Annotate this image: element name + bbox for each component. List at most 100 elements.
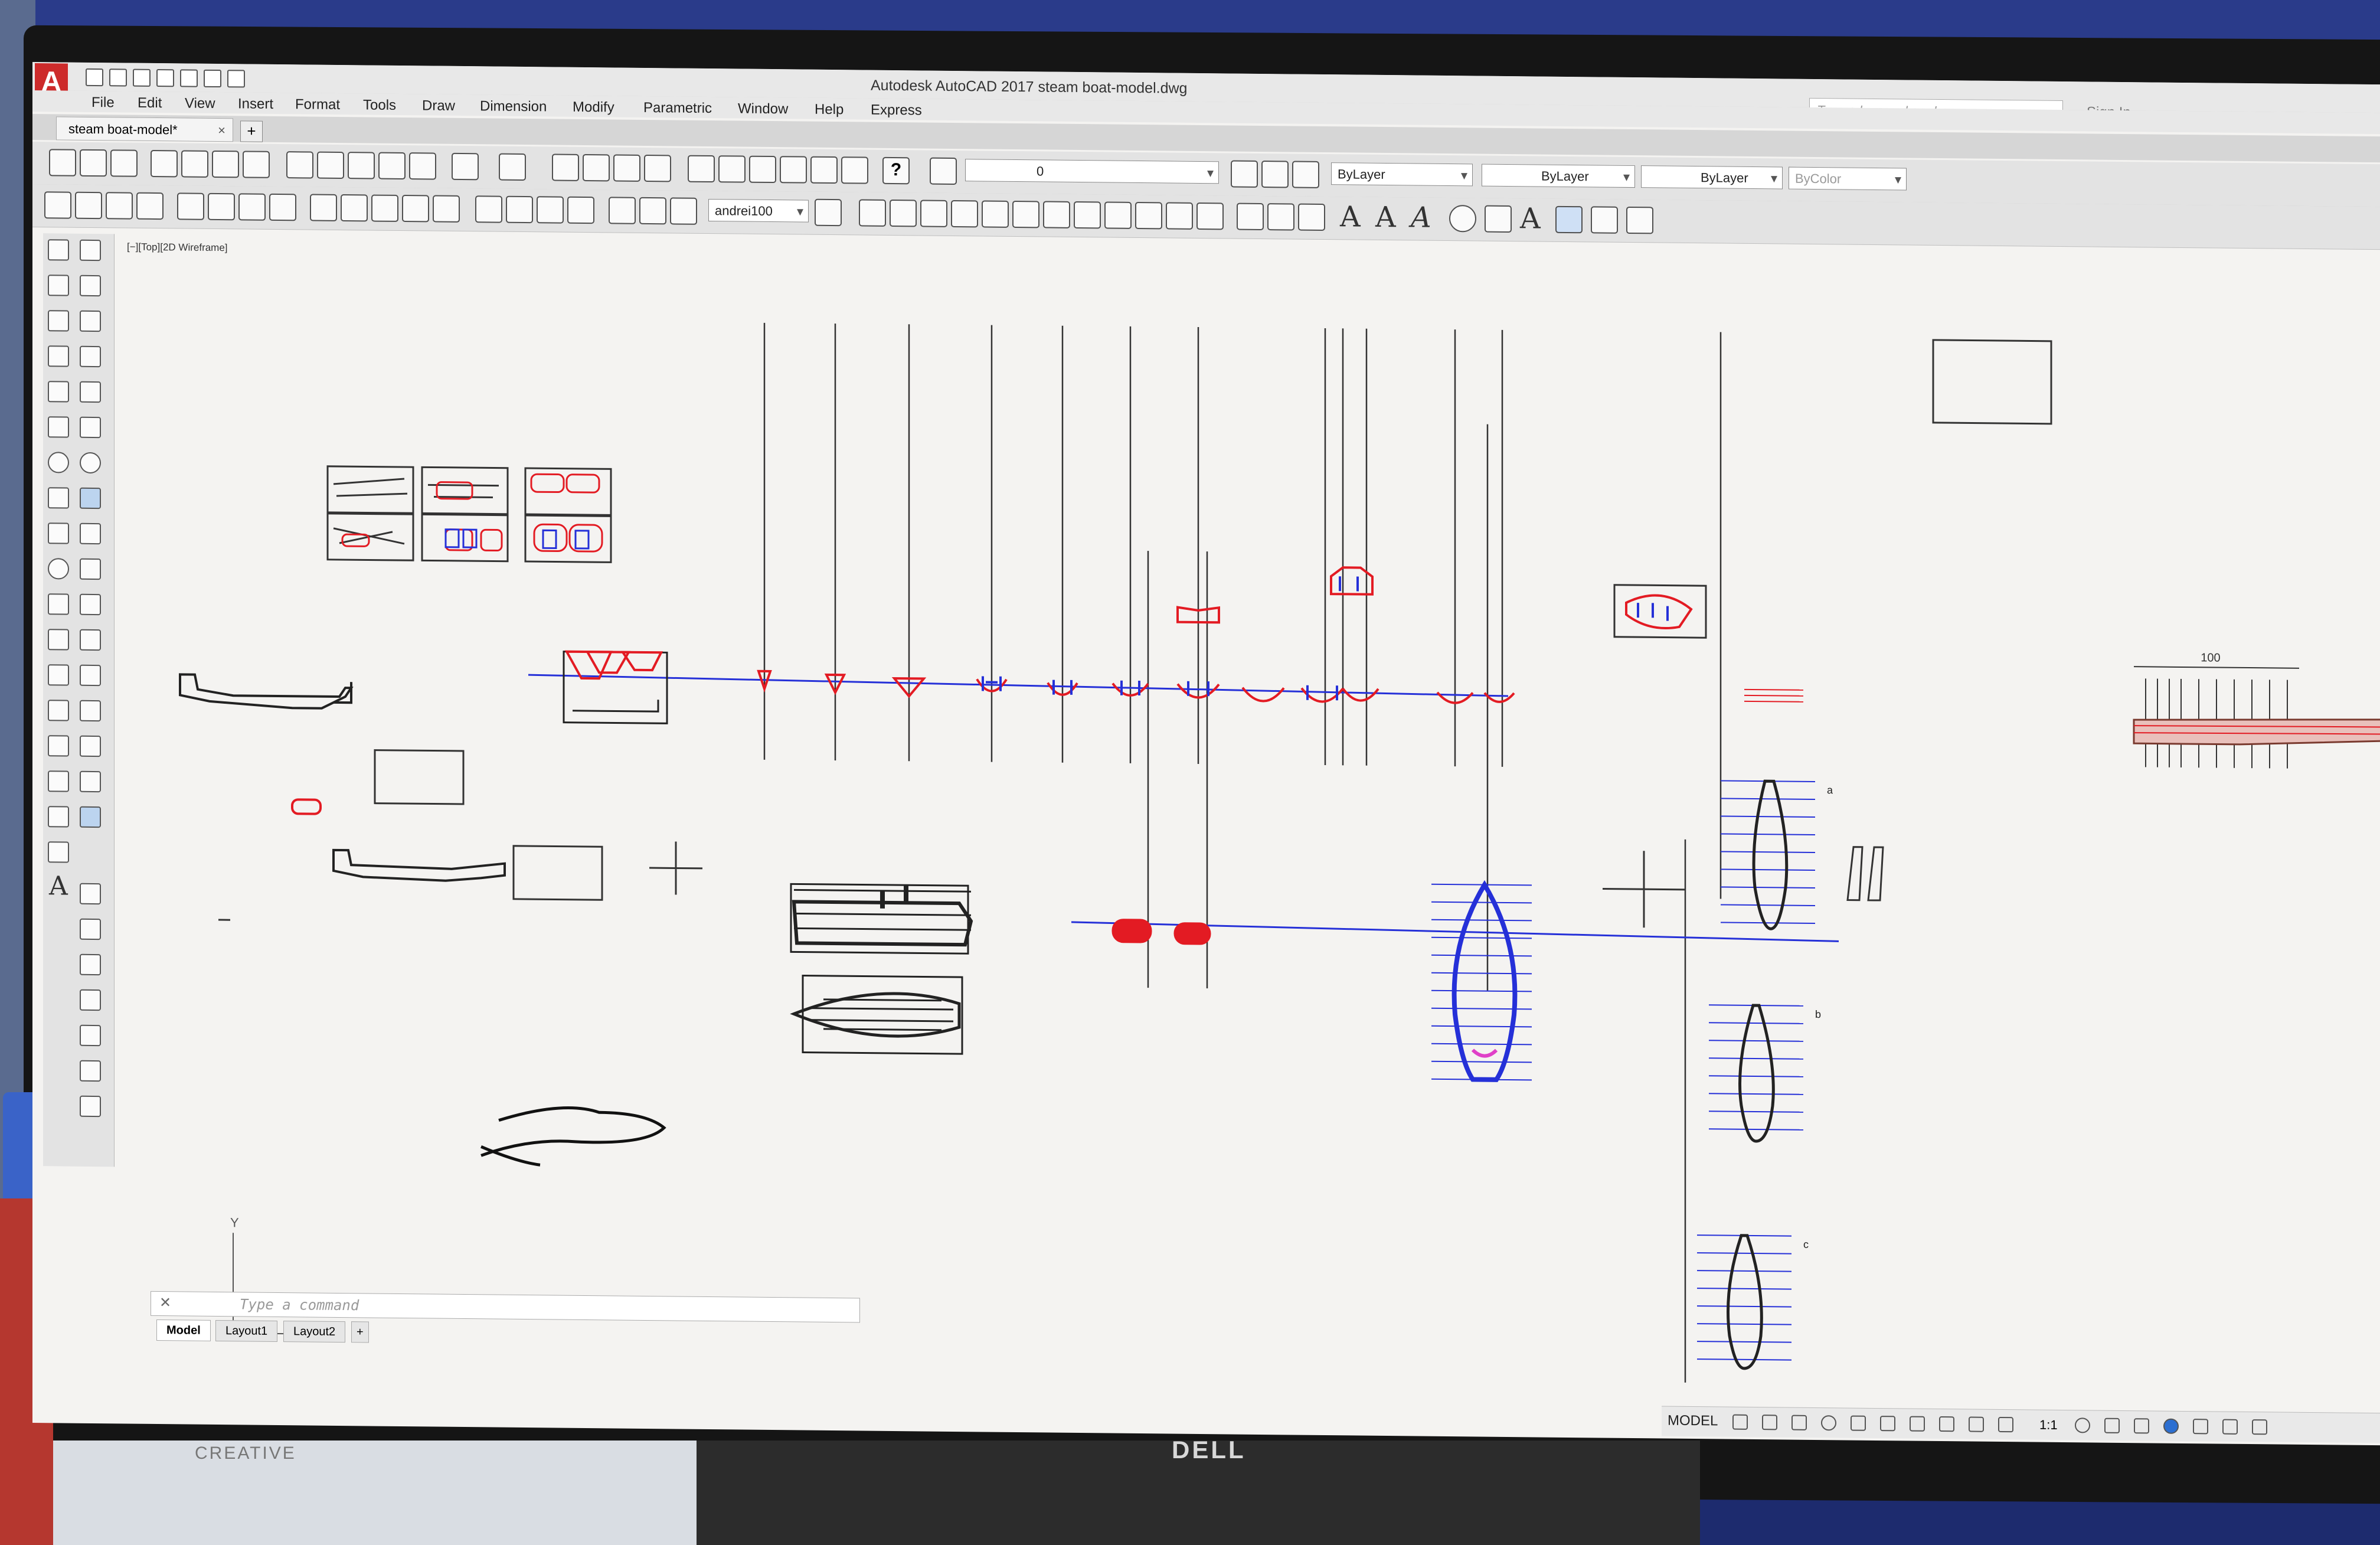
lineweight-icon[interactable] [1939, 1416, 1954, 1432]
inspection-icon[interactable] [537, 196, 564, 224]
tolerance-icon[interactable] [475, 195, 502, 223]
snap-intersection-icon[interactable] [920, 200, 947, 227]
tool-palettes-icon[interactable] [749, 155, 776, 184]
snap-insert-icon[interactable] [1166, 202, 1193, 230]
plot-file-icon[interactable] [151, 149, 178, 178]
revision-cloud-icon[interactable] [48, 487, 69, 509]
text-frame-icon[interactable] [1626, 206, 1653, 234]
tab-layout1[interactable]: Layout1 [215, 1319, 278, 1342]
menu-parametric[interactable]: Parametric [643, 100, 712, 117]
spline-tool-icon[interactable] [48, 522, 69, 544]
drawing-area[interactable]: a b c d 100 [115, 234, 2380, 1390]
arc-tool-icon[interactable] [48, 416, 69, 438]
undo-tool-icon[interactable] [452, 152, 479, 181]
draworder-icon[interactable] [80, 883, 101, 905]
radius-dimension-icon[interactable] [177, 192, 204, 220]
find-text-icon[interactable] [1591, 206, 1618, 234]
scale-text-icon[interactable]: A [1520, 202, 1541, 235]
menu-tools[interactable]: Tools [363, 97, 396, 114]
annotation-scale[interactable]: 1:1 [2039, 1417, 2058, 1433]
isolate-objects-icon[interactable] [2163, 1418, 2179, 1434]
design-center-icon[interactable] [718, 155, 746, 183]
save-icon[interactable] [133, 68, 151, 87]
dimension-space-icon[interactable] [402, 195, 429, 223]
menu-format[interactable]: Format [295, 96, 340, 113]
snap-quadrant-icon[interactable] [1043, 201, 1070, 228]
polar-tracking-icon[interactable] [1821, 1415, 1836, 1431]
isodraft-icon[interactable] [1851, 1415, 1866, 1431]
fillet-tool-icon[interactable] [80, 735, 101, 757]
chamfer-tool-icon[interactable] [80, 700, 101, 722]
table-style-icon[interactable] [80, 1095, 101, 1118]
menu-draw[interactable]: Draw [422, 97, 455, 115]
command-input[interactable]: Type a command [240, 1296, 359, 1314]
snap-parallel-icon[interactable] [1135, 201, 1162, 230]
save-file-icon[interactable] [110, 149, 138, 177]
polygon-tool-icon[interactable] [48, 345, 69, 367]
snap-node-icon[interactable] [1196, 202, 1224, 230]
make-current-layer-icon[interactable] [1231, 160, 1258, 188]
document-tab[interactable]: steam boat-model* × [56, 116, 233, 142]
multiline-text-icon[interactable]: A [1375, 201, 1396, 234]
save-as-icon[interactable] [156, 69, 174, 87]
blend-curves-icon[interactable] [80, 770, 101, 793]
command-line-close-icon[interactable]: ✕ [159, 1294, 171, 1311]
calculator-icon[interactable] [841, 156, 868, 184]
dimension-update-icon[interactable] [670, 197, 697, 225]
menu-insert[interactable]: Insert [238, 96, 273, 113]
snap-tangent-icon[interactable] [1074, 201, 1101, 229]
justify-text-icon[interactable] [1555, 205, 1583, 234]
layer-properties-icon[interactable] [930, 157, 957, 185]
units-icon[interactable] [2134, 1418, 2149, 1434]
ellipse-tool-icon[interactable] [48, 558, 69, 580]
text-tool-icon[interactable]: A [49, 871, 68, 901]
menu-express[interactable]: Express [871, 102, 922, 119]
quick-dimension-icon[interactable] [310, 194, 337, 221]
dimension-style-dropdown[interactable]: andrei100 [708, 198, 809, 223]
open-icon[interactable] [109, 68, 127, 87]
break-tool-icon[interactable] [80, 629, 101, 651]
snap-mode-icon[interactable] [1762, 1415, 1777, 1430]
ordinate-dimension-icon[interactable] [136, 192, 164, 220]
snap-extension-icon[interactable] [982, 200, 1009, 228]
snap-center-icon[interactable] [1012, 200, 1039, 228]
publish-icon[interactable] [212, 150, 239, 178]
explode-tool-icon[interactable] [80, 806, 101, 828]
linear-dimension-icon[interactable] [44, 191, 71, 219]
text-front-icon[interactable] [80, 989, 101, 1011]
object-snap-icon[interactable] [1910, 1416, 1925, 1432]
dimension-edit-icon[interactable] [609, 197, 636, 224]
menu-view[interactable]: View [185, 95, 215, 112]
undo-icon[interactable] [204, 69, 221, 88]
ortho-icon[interactable] [1791, 1415, 1807, 1430]
qnew-icon[interactable] [49, 149, 76, 177]
zoom-realtime-icon[interactable] [583, 153, 610, 182]
hardware-acceleration-icon[interactable] [2193, 1419, 2208, 1435]
grid-icon[interactable] [1732, 1414, 1748, 1430]
angular-dimension-icon[interactable] [269, 193, 296, 221]
dimension-style-icon[interactable] [815, 198, 842, 227]
array-tool-icon[interactable] [80, 381, 101, 403]
redo-icon[interactable] [227, 70, 245, 88]
hatch-back-icon[interactable] [80, 1024, 101, 1047]
abc-field-icon[interactable] [80, 1060, 101, 1082]
stretch-tool-icon[interactable] [80, 522, 101, 545]
workspace-gear-icon[interactable] [2075, 1417, 2090, 1433]
menu-help[interactable]: Help [815, 102, 844, 118]
model-space-toggle[interactable]: MODEL [1668, 1413, 1718, 1430]
sheet-set-icon[interactable] [780, 156, 807, 184]
jogged-dimension-icon[interactable] [208, 192, 235, 221]
dimension-text-edit-icon[interactable] [639, 197, 666, 225]
pan-icon[interactable] [552, 153, 579, 181]
menu-edit[interactable]: Edit [138, 95, 162, 112]
tab-layout2[interactable]: Layout2 [283, 1321, 346, 1343]
text-style-icon[interactable]: A [1340, 200, 1361, 233]
snap-perpendicular-icon[interactable] [1104, 201, 1132, 229]
continue-dimension-icon[interactable] [371, 194, 398, 222]
tab-model[interactable]: Model [156, 1319, 211, 1341]
polyline-tool-icon[interactable] [48, 310, 69, 332]
3d-print-icon[interactable] [243, 151, 270, 178]
layer-dropdown[interactable]: 0 [965, 159, 1219, 184]
clean-screen-icon[interactable] [2222, 1419, 2238, 1435]
transparency-icon[interactable] [1969, 1416, 1984, 1432]
